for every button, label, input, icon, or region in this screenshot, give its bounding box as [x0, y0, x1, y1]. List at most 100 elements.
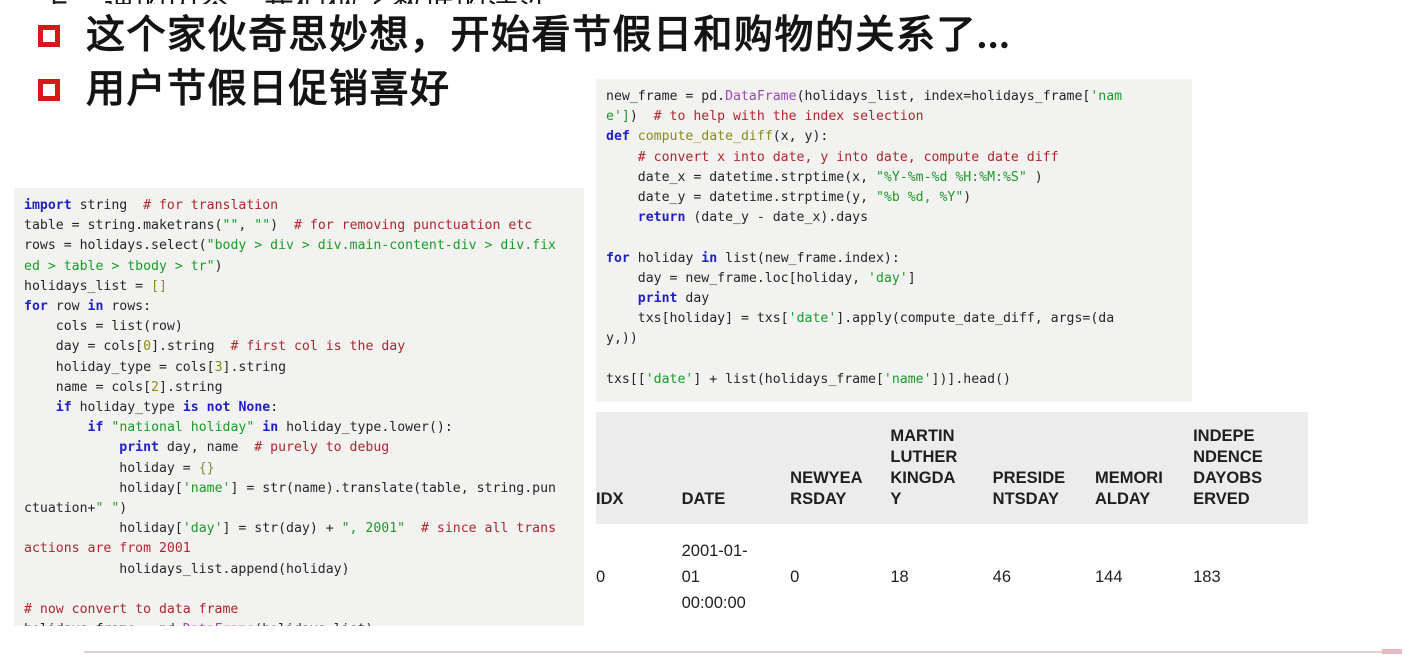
code-token: # for removing punctuation etc	[294, 218, 533, 234]
code-token: 3	[214, 359, 223, 375]
code-token: 'day'	[868, 270, 908, 286]
code-line: if "national holiday" in holiday_type.lo…	[24, 418, 574, 438]
code-token: compute_date_diff	[637, 129, 773, 145]
code-token: day	[677, 291, 710, 307]
code-token: holiday =	[24, 460, 199, 476]
code-token: cols = list(row)	[24, 319, 183, 335]
code-line: print day	[606, 289, 1182, 309]
code-token: day, name	[158, 440, 255, 456]
bullet-item-0-label: 这个家伙奇思妙想，开始看节假日和购物的关系了...	[86, 13, 1011, 57]
code-token: []	[151, 278, 167, 294]
code-token: holidays_frame = pd.	[24, 622, 183, 626]
red-square-bullet-icon	[38, 79, 60, 101]
code-token: table = string.maketrans(	[24, 218, 223, 234]
cell-independencedayobserved: 183	[1193, 568, 1221, 586]
code-line: holiday = {}	[24, 459, 574, 479]
code-token: 'name'	[883, 371, 932, 387]
code-line: holiday['day'] = str(day) + ", 2001" # s…	[24, 519, 574, 539]
column-header-line: KINGDA	[890, 469, 956, 487]
code-line: rows = holidays.select("body > div > div…	[24, 236, 574, 256]
code-token: new_frame = pd.	[606, 89, 726, 104]
code-token: DataFrame	[725, 89, 797, 104]
code-token: ctuation+	[24, 501, 96, 517]
code-token: ""	[254, 218, 271, 234]
code-token: (holidays_list, index=holidays_frame[	[796, 89, 1091, 104]
column-header-line: DATE	[681, 490, 726, 508]
code-line: for holiday in list(new_frame.index):	[606, 249, 1182, 269]
column-header-newyearsday: NEWYEA RSDAY	[790, 412, 890, 524]
column-header-line: NEWYEA	[790, 469, 863, 487]
code-block-date-diff: new_frame = pd.DataFrame(holidays_list, …	[596, 79, 1192, 402]
code-line: holiday_type = cols[3].string	[24, 358, 574, 378]
code-token: 2	[151, 379, 159, 395]
code-token: None	[238, 400, 271, 416]
code-token: txs[[	[606, 371, 646, 387]
cell-memorialday: 144	[1094, 568, 1123, 586]
code-token: e']	[606, 109, 630, 125]
code-token: holiday[	[24, 480, 183, 496]
column-header-line: LUTHER	[890, 448, 958, 466]
column-header-line: RSDAY	[790, 490, 847, 508]
bullet-item-1-label: 用户节假日促销喜好	[86, 67, 451, 111]
code-line: print day, name # purely to debug	[24, 438, 574, 458]
code-token: (x, y):	[772, 129, 829, 145]
column-header-line: INDEPE	[1193, 427, 1255, 445]
code-line: holiday['name'] = str(name).translate(ta…	[24, 479, 574, 499]
code-token: y,))	[606, 331, 638, 347]
code-line: cols = list(row)	[24, 317, 574, 337]
code-line: y,))	[606, 329, 1182, 349]
code-token: # since all trans	[421, 521, 557, 537]
code-token: holiday	[629, 250, 702, 266]
code-token: {}	[198, 460, 215, 476]
code-token: ].apply(compute_date_diff, args=(da	[836, 311, 1115, 327]
code-token: :	[270, 400, 279, 416]
code-token: print	[119, 440, 159, 456]
column-header-date: DATE	[682, 412, 791, 524]
code-token: holiday[	[24, 521, 183, 537]
code-token: holidays_list =	[24, 278, 152, 294]
code-token: 'date'	[788, 311, 837, 327]
code-line: date_y = datetime.strptime(y, "%b %d, %Y…	[606, 188, 1182, 208]
bottom-divider-end-cap	[1382, 649, 1402, 654]
code-line: table = string.maketrans("", "") # for r…	[24, 216, 574, 236]
column-header-line: MARTIN	[890, 427, 955, 445]
code-token: " "	[95, 501, 120, 517]
code-line: day = new_frame.loc[holiday, 'day']	[606, 269, 1182, 289]
code-line: # now convert to data frame	[24, 600, 574, 620]
code-token: import	[24, 198, 72, 213]
code-line: holidays_list = []	[24, 277, 574, 297]
code-token: date_y = datetime.strptime(y,	[606, 190, 876, 206]
table-header-row: IDX DATE NEWYEA RSDAY MARTIN LUTHER KINGDA Y…	[596, 412, 1308, 524]
cell-martinlutherkingday: 18	[890, 568, 909, 586]
code-line: name = cols[2].string	[24, 378, 574, 398]
code-token: holiday_type	[71, 400, 183, 416]
code-line: actions are from 2001	[24, 539, 574, 559]
code-token: "%Y-%m-%d %H:%M:%S"	[875, 169, 1027, 185]
code-line: holidays_frame = pd.DataFrame(holidays_l…	[24, 620, 574, 626]
code-line: def compute_date_diff(x, y):	[606, 127, 1182, 147]
cell-date: 2001-01- 01 00:00:00	[682, 524, 791, 630]
code-token: "national holiday"	[111, 420, 255, 436]
code-token: row	[47, 299, 88, 315]
code-token: # now convert to data frame	[24, 602, 239, 618]
table-row: 0 2001-01- 01 00:00:00 0 18 46 144 183	[596, 524, 1308, 630]
code-token: list(new_frame.index):	[717, 250, 900, 266]
column-header-line: ALDAY	[1094, 490, 1151, 508]
code-line: return (date_y - date_x).days	[606, 208, 1182, 228]
code-line: day = cols[0].string # first col is the …	[24, 337, 574, 357]
code-token: ""	[222, 218, 239, 234]
column-header-line: Y	[890, 490, 902, 508]
clipped-top-text: 上一课的内容，我们做了数据的清洗	[40, 0, 1380, 4]
code-token: DataFrame	[183, 622, 254, 626]
code-token: if	[55, 400, 72, 416]
code-token: ].string	[159, 379, 223, 395]
code-token: "body > div > div.main-content-div > div…	[206, 238, 556, 254]
